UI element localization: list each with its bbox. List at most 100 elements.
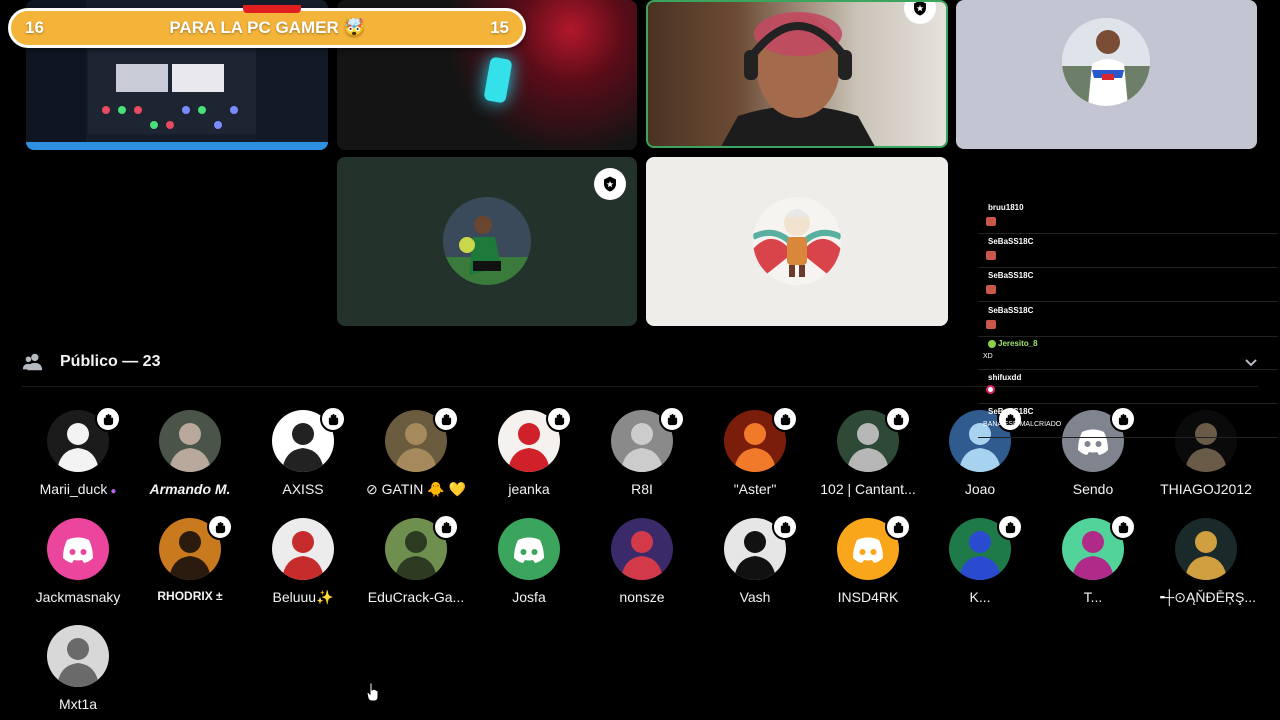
audience-member[interactable]: "Aster" (699, 406, 811, 497)
chat-badge-icon (988, 339, 996, 348)
stream-banner: 16 PARA LA PC GAMER 🤯 15 (8, 5, 526, 48)
video-tile-user-avatar[interactable] (646, 157, 948, 326)
audience-member[interactable]: Beluuu✨ (247, 518, 359, 606)
raised-hand-icon (997, 514, 1023, 540)
avatar (272, 406, 346, 472)
avatar (498, 518, 560, 580)
audience-member[interactable]: T... (1037, 514, 1149, 605)
raised-hand-icon (320, 406, 346, 432)
avatar (1062, 514, 1136, 580)
audience-member[interactable]: INSD4RK (812, 514, 924, 605)
member-name: Joao (964, 481, 996, 497)
avatar (47, 625, 109, 687)
chat-username-text: SeBaSS18C (988, 237, 1034, 246)
audience-member[interactable]: EduCrack-Ga... (360, 514, 472, 605)
member-name: Beluuu✨ (272, 589, 334, 605)
raised-hand-icon (885, 406, 911, 432)
avatar (47, 406, 121, 472)
chat-username: SeBaSS18C (988, 306, 1033, 315)
shield-icon (904, 2, 936, 24)
chat-emote-icon (986, 285, 996, 294)
member-name: Sendo (1072, 481, 1114, 497)
avatar-image (159, 410, 221, 472)
audience-member[interactable]: AXISS (247, 406, 359, 497)
avatar (611, 518, 673, 580)
banner-left-count: 16 (25, 18, 44, 37)
user-avatar (443, 197, 531, 285)
member-name: T... (1083, 589, 1103, 605)
video-tile-user-avatar[interactable] (956, 0, 1257, 149)
chat-message: bruu1810 (978, 203, 1278, 234)
chat-username-text: SeBaSS18C (988, 271, 1034, 280)
chevron-down-icon[interactable] (1243, 354, 1259, 370)
audience-member[interactable]: Jackmasnaky (22, 518, 134, 605)
avatar-image (47, 625, 109, 687)
avatar (724, 514, 798, 580)
host-video-person (721, 12, 875, 146)
audience-member[interactable]: Armando M. (134, 410, 246, 497)
raised-hand-icon (95, 406, 121, 432)
raised-hand-icon (207, 514, 233, 540)
audience-member[interactable]: Vash (699, 514, 811, 605)
chat-username-text: Jeresito_8 (998, 339, 1038, 348)
audience-member[interactable]: K... (924, 514, 1036, 605)
video-tile-host-speaking[interactable] (646, 0, 948, 148)
member-name: THIAGOJ2012 (1160, 481, 1252, 497)
member-name: Jackmasnaky (35, 589, 121, 605)
raised-hand-icon (659, 406, 685, 432)
member-name: AXISS (282, 481, 324, 497)
member-name: "Aster" (733, 481, 777, 497)
audience-member[interactable]: ╺┼⊙ĄŇĐĒŖŞ... (1150, 518, 1262, 606)
member-name: nonsze (619, 589, 665, 605)
chat-message: SeBaSS18C (978, 306, 1278, 337)
user-avatar (753, 197, 841, 285)
chat-username-text: shifuxdd (988, 373, 1022, 382)
audience-title: Público — 23 (60, 353, 161, 370)
discord-logo-icon (47, 518, 109, 580)
audience-member[interactable]: ⊘ GATIN 🐥 💛 (360, 406, 472, 498)
audience-member[interactable]: R8I (586, 406, 698, 497)
audience-member[interactable]: Marii_duck ● (22, 406, 134, 497)
chat-username: SeBaSS18C (988, 271, 1033, 280)
member-name: Vash (739, 589, 771, 605)
raised-hand-icon (433, 514, 459, 540)
chat-message: SeBaSS18C (978, 271, 1278, 302)
avatar (949, 514, 1023, 580)
avatar (837, 514, 911, 580)
raised-hand-icon (433, 406, 459, 432)
status-dot: ● (110, 486, 117, 497)
chat-username-text: SeBaSS18C (988, 306, 1034, 315)
member-name: Armando M. (149, 481, 231, 497)
people-icon (22, 353, 43, 371)
mouse-pointer-icon (366, 682, 379, 702)
avatar (47, 518, 109, 580)
chat-text: BANA ESE MALCRIADO (983, 421, 1062, 428)
chat-username: Jeresito_8 (988, 339, 1038, 348)
member-name: K... (969, 589, 991, 605)
audience-member[interactable]: 102 | Cantant... (812, 406, 924, 497)
audience-member[interactable]: jeanka (473, 406, 585, 497)
avatar (837, 406, 911, 472)
avatar-image (1175, 518, 1237, 580)
video-tile-user-avatar[interactable] (337, 157, 637, 326)
chat-username: bruu1810 (988, 203, 1024, 212)
avatar (272, 518, 334, 580)
member-name: Josfa (512, 589, 546, 605)
audience-member[interactable]: Josfa (473, 518, 585, 605)
member-name: 102 | Cantant... (820, 481, 916, 497)
audience-member[interactable]: nonsze (586, 518, 698, 605)
chat-message: SeBaSS18C BANA ESE MALCRIADO (978, 407, 1278, 438)
audience-member[interactable]: RHODRIX ± (134, 514, 246, 603)
avatar (385, 514, 459, 580)
chat-emote-icon (986, 320, 996, 329)
chat-message: Jeresito_8 XD (978, 339, 1278, 370)
chat-message: SeBaSS18C (978, 237, 1278, 268)
avatar (1175, 518, 1237, 580)
avatar (724, 406, 798, 472)
banner-top-tab (243, 5, 301, 13)
discord-logo-icon (498, 518, 560, 580)
avatar (611, 406, 685, 472)
member-name: EduCrack-Ga... (367, 589, 465, 605)
avatar (159, 410, 221, 472)
audience-member[interactable]: Mxt1a (22, 625, 134, 712)
